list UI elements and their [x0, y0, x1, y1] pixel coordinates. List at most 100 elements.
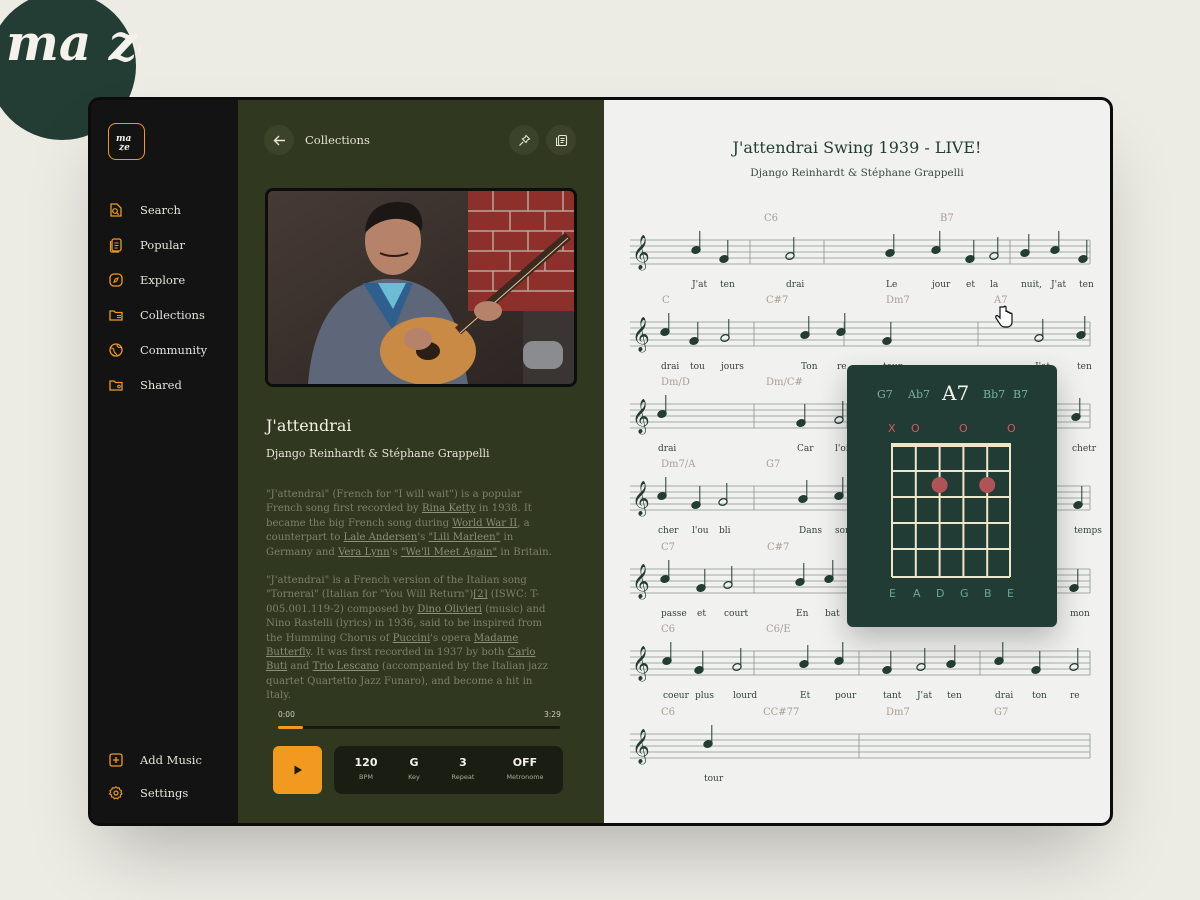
chord-option-bb7[interactable]: Bb7 — [983, 388, 1005, 401]
lyric-syllable: drai — [995, 691, 1013, 701]
lyric-syllable: bli — [719, 526, 731, 536]
sidebar: ma ze Search Popular Explore Collections… — [91, 100, 238, 823]
sidebar-item-search[interactable]: Search — [108, 192, 207, 227]
back-button[interactable] — [264, 125, 294, 155]
lyric-syllable: bat — [825, 609, 840, 619]
chord-label: Dm7 — [886, 295, 910, 306]
description-text: 's opera — [430, 632, 474, 644]
lyric-syllable: tou — [690, 362, 705, 372]
lyric-syllable: Car — [797, 444, 814, 454]
string-label: D — [936, 587, 945, 600]
arrow-left-icon — [273, 135, 285, 145]
app-logo[interactable]: ma ze — [108, 123, 145, 160]
song-description-paragraph: "J'attendrai" is a French version of the… — [266, 574, 558, 704]
chord-option-b7[interactable]: B7 — [1013, 388, 1028, 401]
description-link[interactable]: Dino Olivieri — [417, 604, 482, 615]
pin-icon — [518, 134, 530, 146]
lyric-syllable: J'at — [1050, 280, 1066, 290]
lyric-syllable: plus — [695, 691, 714, 701]
song-description-paragraph: "J'attendrai" (French for "I will wait")… — [266, 488, 558, 560]
chord-option-a7-selected[interactable]: A7 — [942, 381, 969, 405]
settings-label: Settings — [140, 785, 189, 800]
metronome-control[interactable]: OFF Metronome — [497, 756, 553, 781]
description-link[interactable]: Vera Lynn — [338, 547, 390, 558]
lyric-syllable: jours — [720, 362, 744, 372]
plus-icon — [108, 752, 124, 768]
sidebar-item-community[interactable]: Community — [108, 332, 207, 367]
progress-bar[interactable] — [278, 726, 560, 729]
sidebar-item-popular[interactable]: Popular — [108, 227, 207, 262]
song-artist: Django Reinhardt & Stéphane Grappelli — [266, 447, 490, 460]
settings-button[interactable]: Settings — [108, 776, 202, 809]
lyric-syllable: cher — [658, 526, 679, 536]
lyric-syllable: re — [837, 362, 847, 372]
description-link[interactable]: "Lili Marleen" — [429, 532, 501, 543]
description-text: . It was first recorded in 1937 by both — [309, 647, 508, 659]
description-link[interactable]: "We'll Meet Again" — [401, 547, 497, 558]
pin-button[interactable] — [509, 125, 539, 155]
sidebar-bottom: Add Music Settings — [108, 743, 202, 809]
string-label: B — [984, 587, 992, 600]
play-button[interactable] — [273, 746, 322, 794]
lyric-syllable: pour — [835, 691, 857, 701]
description-text: in Britain. — [497, 546, 552, 558]
chord-option-g7[interactable]: G7 — [877, 388, 893, 401]
lyric-syllable: lourd — [733, 691, 757, 701]
duration: 3:29 — [544, 710, 561, 719]
lyric-syllable: Le — [886, 280, 897, 290]
popular-icon — [108, 237, 124, 253]
chord-label: Dm7/A — [661, 459, 696, 470]
artist-photo — [265, 188, 577, 387]
description-link[interactable]: World War II — [452, 518, 517, 529]
description-text: 's — [417, 532, 429, 544]
chord-label: CC#77 — [763, 707, 799, 718]
lyric-syllable: mon — [1070, 609, 1090, 619]
search-icon — [108, 202, 124, 218]
lyric-syllable: J'at — [691, 280, 707, 290]
lyric-syllable: drai — [661, 362, 679, 372]
metronome-label: Metronome — [506, 773, 544, 781]
lyric-syllable: Et — [800, 691, 811, 701]
chord-label: C#7 — [766, 295, 788, 306]
lyric-syllable: coeur — [663, 691, 690, 701]
treble-clef: 𝄞 — [632, 317, 650, 353]
description-link[interactable]: Rina Ketty — [422, 503, 476, 514]
description-link[interactable]: Puccini — [393, 633, 431, 644]
string-label: A — [913, 587, 921, 600]
chord-label: C — [662, 295, 670, 306]
key-control[interactable]: G Key — [386, 756, 442, 781]
sidebar-item-label: Shared — [140, 377, 182, 392]
lyric-syllable: et — [966, 280, 975, 290]
lyric-syllable: ten — [1079, 280, 1094, 290]
breadcrumb[interactable]: Collections — [305, 133, 370, 147]
sidebar-item-explore[interactable]: Explore — [108, 262, 207, 297]
chord-label: C7 — [661, 542, 675, 553]
progress-fill — [278, 726, 304, 729]
artist-photo-illustration — [268, 191, 574, 384]
lyric-syllable: l'ou — [692, 526, 709, 536]
add-music-button[interactable]: Add Music — [108, 743, 202, 776]
repeat-control[interactable]: 3 Repeat — [435, 756, 491, 781]
notes-button[interactable] — [546, 125, 576, 155]
chord-option-ab7[interactable]: Ab7 — [908, 388, 930, 401]
sidebar-item-collections[interactable]: Collections — [108, 297, 207, 332]
description-link[interactable]: Lale Andersen — [344, 532, 418, 543]
chord-label: C6 — [661, 707, 675, 718]
description-link[interactable]: Trio Lescano — [313, 661, 379, 672]
hand-cursor-icon — [995, 305, 1013, 328]
string-mark: O — [911, 422, 920, 435]
chord-label: Dm/C# — [766, 377, 803, 388]
playback-settings: 120 BPM G Key 3 Repeat OFF Metronome — [334, 746, 563, 794]
explore-icon — [108, 272, 124, 288]
lyric-syllable: ton — [1032, 691, 1047, 701]
sidebar-nav: Search Popular Explore Collections Commu… — [108, 192, 207, 402]
sidebar-item-shared[interactable]: Shared — [108, 367, 207, 402]
chord-label: B7 — [940, 213, 954, 224]
description-link[interactable]: [2] — [473, 589, 487, 600]
chord-label: C6/E — [766, 624, 791, 635]
description-text: 's — [389, 546, 401, 558]
app-window: ma ze Search Popular Explore Collections… — [88, 97, 1113, 826]
sidebar-item-label: Popular — [140, 237, 185, 252]
chord-label: G7 — [766, 459, 780, 470]
collections-icon — [108, 307, 124, 323]
